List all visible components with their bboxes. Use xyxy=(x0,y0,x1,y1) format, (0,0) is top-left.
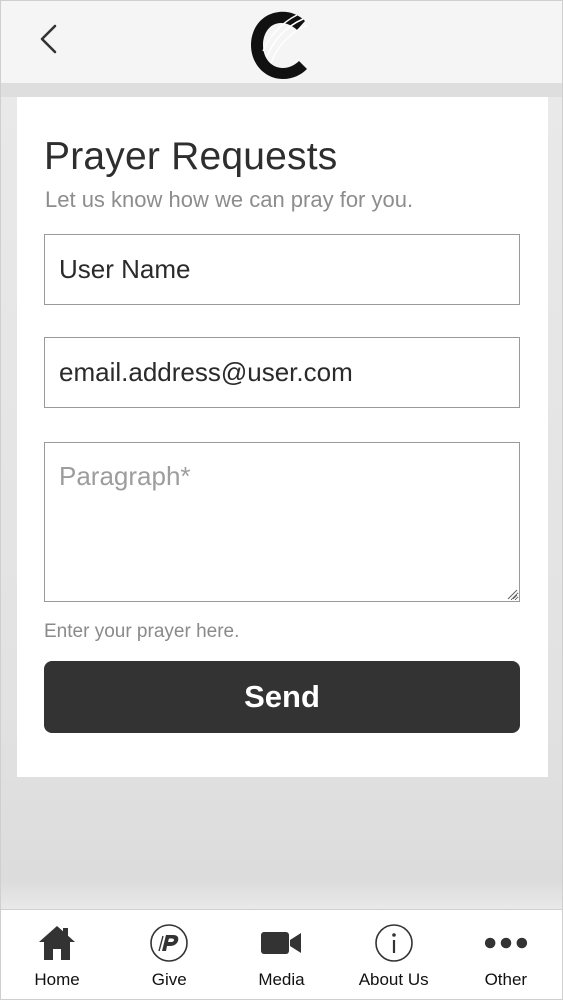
top-bar xyxy=(1,1,562,83)
send-button[interactable]: Send xyxy=(44,661,520,733)
app-screen: Prayer Requests Let us know how we can p… xyxy=(0,0,563,1000)
bottom-tab-bar: Home Give Media About Us Other xyxy=(1,909,562,999)
church-logo xyxy=(247,7,317,83)
chevron-left-icon xyxy=(40,24,57,54)
home-icon xyxy=(35,922,79,964)
name-field[interactable] xyxy=(44,234,520,305)
tab-other-label: Other xyxy=(484,970,528,989)
give-p-icon xyxy=(147,922,191,964)
resize-grip-icon[interactable] xyxy=(505,587,518,600)
email-field[interactable] xyxy=(44,337,520,408)
tab-other[interactable]: Other xyxy=(450,910,562,999)
video-camera-icon xyxy=(259,922,303,964)
tab-home-label: Home xyxy=(34,970,80,989)
info-icon xyxy=(372,922,416,964)
tab-media-label: Media xyxy=(258,970,305,989)
tab-give[interactable]: Give xyxy=(113,910,225,999)
tab-give-label: Give xyxy=(151,970,187,989)
more-dots-icon xyxy=(484,922,528,964)
header-divider xyxy=(1,83,562,97)
prayer-form-card: Prayer Requests Let us know how we can p… xyxy=(17,97,548,777)
tab-home[interactable]: Home xyxy=(1,910,113,999)
prayer-paragraph-textarea[interactable] xyxy=(44,442,520,602)
tab-media[interactable]: Media xyxy=(225,910,337,999)
back-button[interactable] xyxy=(31,21,65,57)
tab-about-us-label: About Us xyxy=(358,970,429,989)
page-subtitle: Let us know how we can pray for you. xyxy=(45,187,414,212)
page-title: Prayer Requests xyxy=(44,135,338,178)
tab-about-us[interactable]: About Us xyxy=(338,910,450,999)
textarea-hint: Enter your prayer here. xyxy=(44,621,240,642)
